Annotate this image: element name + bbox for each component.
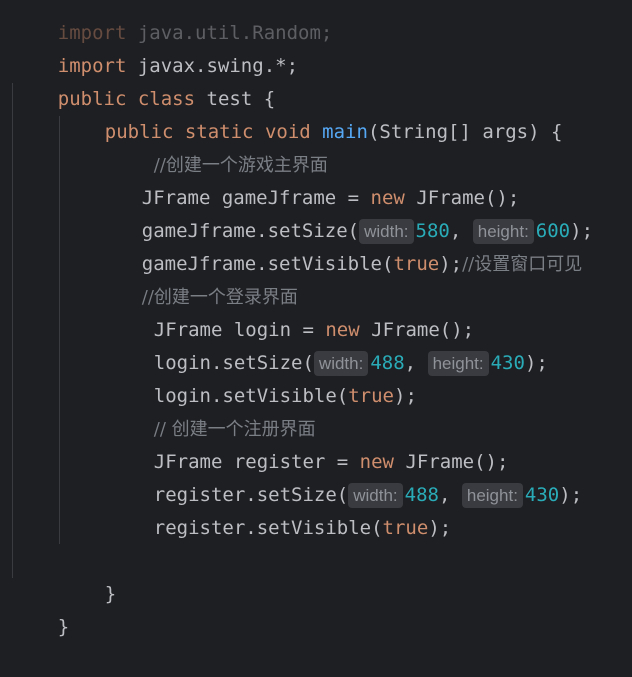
code-line-game-new[interactable]: JFrame gameJframe = new JFrame(); xyxy=(96,149,520,209)
code-line-main[interactable]: public static void main(String[] args) { xyxy=(59,83,563,143)
method-main: main xyxy=(322,121,368,143)
code-line-register-visible[interactable]: register.setVisible(true); xyxy=(108,479,451,539)
code-line-game-setsize[interactable]: gameJframe.setSize(width: 580, height: 600… xyxy=(96,182,593,244)
param-hint-height: height: xyxy=(427,351,489,376)
code-line-register-new[interactable]: JFrame register = new JFrame(); xyxy=(108,413,509,473)
close-paren: ); xyxy=(524,352,548,374)
close-paren: ); xyxy=(428,517,452,539)
keyword-true: true xyxy=(348,385,394,407)
code-editor[interactable]: import java.util.Random; import javax.sw… xyxy=(0,0,632,638)
code-line-comment-1[interactable]: //创建一个游戏主界面 xyxy=(108,116,328,176)
number-height: 430 xyxy=(524,484,560,506)
code-line-close-class[interactable]: } xyxy=(12,578,69,638)
indent-guide-class xyxy=(12,83,13,578)
main-params: (String[] args) { xyxy=(367,121,563,143)
code-line-login-visible[interactable]: login.setVisible(true); xyxy=(108,347,417,407)
comment-inline: //设置窗口可见 xyxy=(462,254,583,275)
code-line-1[interactable]: import javax.swing.*; xyxy=(12,17,298,77)
code-line-class[interactable]: public class test { xyxy=(12,50,275,110)
code-line-0[interactable]: import java.util.Random; xyxy=(12,0,333,44)
param-hint-height: height: xyxy=(461,483,523,508)
code-line-comment-3[interactable]: // 创建一个注册界面 xyxy=(108,380,316,440)
code-line-game-visible[interactable]: gameJframe.setVisible(true);//设置窗口可见 xyxy=(96,215,582,275)
keyword-true: true xyxy=(393,253,440,275)
code-line-comment-2[interactable]: //创建一个登录界面 xyxy=(96,248,298,308)
brace-close: } xyxy=(104,583,117,605)
code-line-register-setsize[interactable]: register.setSize(width: 488, height: 430); xyxy=(108,446,582,508)
number-height: 430 xyxy=(490,352,525,374)
keyword-true: true xyxy=(382,517,429,539)
close-paren: ); xyxy=(439,253,463,275)
close-paren: ); xyxy=(559,484,583,506)
call-text: register.setVisible( xyxy=(153,517,383,539)
code-line-login-new[interactable]: JFrame login = new JFrame(); xyxy=(108,281,474,341)
code-line-login-setsize[interactable]: login.setSize(width: 488, height: 430); xyxy=(108,314,548,376)
close-paren: ); xyxy=(394,385,417,407)
code-line-close-main[interactable]: } xyxy=(59,545,116,605)
